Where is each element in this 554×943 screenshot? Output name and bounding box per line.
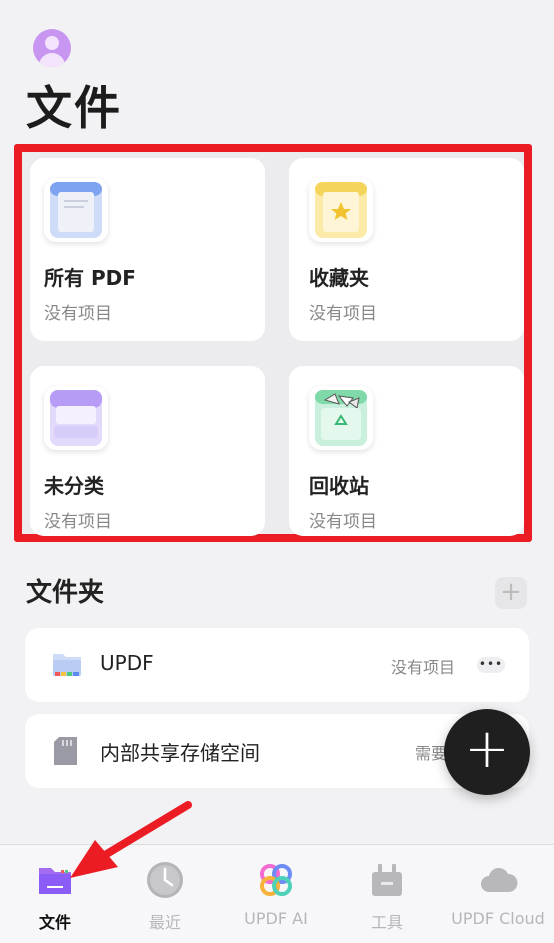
all-pdf-icon — [44, 178, 108, 242]
tab-updf-cloud[interactable]: UPDF Cloud — [443, 845, 553, 943]
card-uncategorized[interactable]: 未分类 没有项目 — [30, 366, 265, 536]
card-label: 所有 PDF — [44, 266, 136, 290]
page-title: 文件 — [26, 81, 122, 135]
tab-label: 文件 — [38, 913, 71, 932]
folder-count: 没有项目 — [390, 658, 455, 677]
card-recycle-bin[interactable]: 回收站 没有项目 — [289, 366, 524, 536]
tab-label: UPDF Cloud — [451, 909, 545, 928]
folder-icon — [51, 650, 83, 684]
tab-label: 最近 — [148, 913, 181, 932]
favorites-icon — [309, 178, 373, 242]
ai-icon — [256, 860, 296, 900]
folder-label: UPDF — [100, 651, 154, 675]
tab-label: 工具 — [370, 913, 403, 932]
toolbox-icon — [367, 860, 407, 900]
tab-updf-ai[interactable]: UPDF AI — [221, 845, 331, 943]
more-options-button[interactable]: ••• — [477, 657, 505, 673]
card-label: 回收站 — [309, 474, 369, 498]
avatar[interactable] — [33, 29, 71, 67]
avatar-body — [39, 53, 65, 67]
folder-icon — [35, 860, 75, 900]
folder-row-updf[interactable]: UPDF 没有项目 ••• — [25, 628, 529, 702]
card-label: 收藏夹 — [309, 266, 369, 290]
tab-tools[interactable]: 工具 — [332, 845, 442, 943]
cloud-icon — [478, 860, 518, 900]
card-subtitle: 没有项目 — [44, 304, 112, 324]
card-favorites[interactable]: 收藏夹 没有项目 — [289, 158, 524, 341]
card-subtitle: 没有项目 — [309, 512, 377, 532]
tab-recent[interactable]: 最近 — [110, 845, 220, 943]
clock-icon — [145, 860, 185, 900]
uncategorized-icon — [44, 386, 108, 450]
avatar-head — [45, 36, 59, 50]
add-folder-button[interactable]: + — [495, 577, 527, 609]
card-subtitle: 没有项目 — [309, 304, 377, 324]
card-all-pdf[interactable]: 所有 PDF 没有项目 — [30, 158, 265, 341]
tab-files[interactable]: 文件 — [0, 845, 110, 943]
sd-card-icon — [53, 736, 79, 770]
add-fab-button[interactable]: + — [444, 709, 530, 795]
tab-label: UPDF AI — [244, 909, 308, 928]
card-subtitle: 没有项目 — [44, 512, 112, 532]
storage-label: 内部共享存储空间 — [100, 741, 260, 765]
folders-title: 文件夹 — [26, 578, 105, 608]
card-label: 未分类 — [44, 474, 104, 498]
recycle-bin-icon — [309, 386, 373, 450]
bottom-tab-bar: 文件 最近 UPDF AI 工具 UPDF Cloud — [0, 844, 554, 943]
